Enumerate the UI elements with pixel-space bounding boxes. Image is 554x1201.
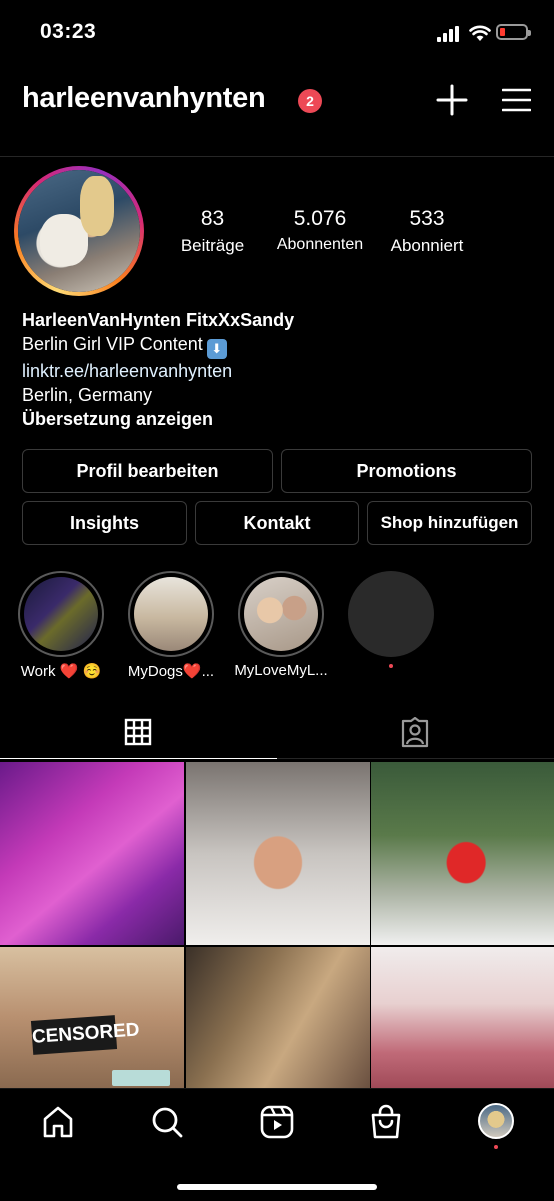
profile-avatar[interactable] bbox=[14, 166, 144, 296]
tagged-user-icon bbox=[401, 717, 429, 748]
highlight-mydogs-label: MyDogs❤️... bbox=[127, 663, 215, 680]
bio-line: Berlin Girl VIP Content ⬇ bbox=[22, 332, 294, 359]
home-icon[interactable] bbox=[40, 1104, 76, 1140]
translate-link[interactable]: Übersetzung anzeigen bbox=[22, 407, 294, 431]
stat-followers[interactable]: 5.076 Abonnenten bbox=[268, 207, 372, 254]
watermark-logo bbox=[112, 1070, 170, 1086]
censored-overlay: CENSORED bbox=[30, 1015, 140, 1055]
post-thumbnail[interactable] bbox=[186, 762, 370, 945]
grid-icon bbox=[124, 718, 152, 746]
post-thumbnail[interactable] bbox=[371, 762, 554, 945]
bio-line-text: Berlin Girl VIP Content bbox=[22, 334, 203, 354]
bio-link[interactable]: linktr.ee/harleenvanhynten bbox=[22, 359, 294, 383]
profile-tab-avatar[interactable] bbox=[478, 1103, 514, 1139]
stat-posts-label: Beiträge bbox=[180, 236, 245, 255]
stat-following[interactable]: 533 Abonniert bbox=[380, 207, 474, 256]
post-thumbnail[interactable] bbox=[186, 947, 370, 1088]
hamburger-menu-icon[interactable] bbox=[502, 88, 531, 112]
promotions-button[interactable]: Promotions bbox=[281, 449, 532, 493]
tab-posts-grid[interactable] bbox=[0, 708, 277, 758]
profile-bio: HarleenVanHynten FitxXxSandy Berlin Girl… bbox=[22, 308, 294, 431]
highlight-new-dot bbox=[389, 664, 393, 668]
highlight-mylove-label: MyLoveMyL... bbox=[234, 662, 328, 679]
avatar-image bbox=[18, 170, 140, 292]
highlight-work[interactable] bbox=[18, 571, 104, 657]
add-shop-button[interactable]: Shop hinzufügen bbox=[367, 501, 532, 545]
highlight-new[interactable] bbox=[348, 571, 434, 657]
battery-icon bbox=[496, 24, 531, 40]
tab-divider bbox=[277, 758, 554, 759]
stat-followers-label: Abonnenten bbox=[276, 236, 364, 253]
highlight-mylove[interactable] bbox=[238, 571, 324, 657]
insights-button[interactable]: Insights bbox=[22, 501, 187, 545]
shop-bag-icon[interactable] bbox=[368, 1104, 404, 1140]
search-icon[interactable] bbox=[149, 1104, 185, 1140]
edit-profile-button[interactable]: Profil bearbeiten bbox=[22, 449, 273, 493]
stat-posts[interactable]: 83 Beiträge bbox=[170, 207, 255, 256]
bio-display-name: HarleenVanHynten FitxXxSandy bbox=[22, 310, 295, 330]
status-time: 03:23 bbox=[40, 20, 97, 43]
active-tab-indicator bbox=[0, 758, 277, 759]
highlight-mydogs[interactable] bbox=[128, 571, 214, 657]
stat-posts-value: 83 bbox=[200, 207, 225, 230]
home-indicator bbox=[177, 1184, 377, 1190]
down-arrow-icon: ⬇ bbox=[206, 339, 227, 359]
stat-followers-value: 5.076 bbox=[293, 207, 347, 230]
post-thumbnail[interactable] bbox=[0, 762, 184, 945]
post-thumbnail[interactable] bbox=[371, 947, 554, 1088]
tab-tagged[interactable] bbox=[277, 708, 554, 758]
create-post-icon[interactable] bbox=[436, 84, 468, 116]
profile-tab-dot bbox=[494, 1145, 498, 1149]
highlight-work-label: Work ❤️ ☺️ bbox=[20, 663, 102, 680]
header-divider bbox=[0, 156, 554, 157]
notification-badge: 2 bbox=[298, 89, 322, 113]
bio-location: Berlin, Germany bbox=[22, 385, 153, 405]
reels-icon[interactable] bbox=[259, 1104, 295, 1140]
stat-following-label: Abonniert bbox=[390, 236, 464, 255]
wifi-icon bbox=[469, 25, 491, 41]
contact-button[interactable]: Kontakt bbox=[195, 501, 359, 545]
profile-username[interactable]: harleenvanhynten bbox=[22, 82, 266, 115]
stat-following-value: 533 bbox=[409, 207, 445, 230]
cellular-signal-icon bbox=[437, 26, 459, 42]
